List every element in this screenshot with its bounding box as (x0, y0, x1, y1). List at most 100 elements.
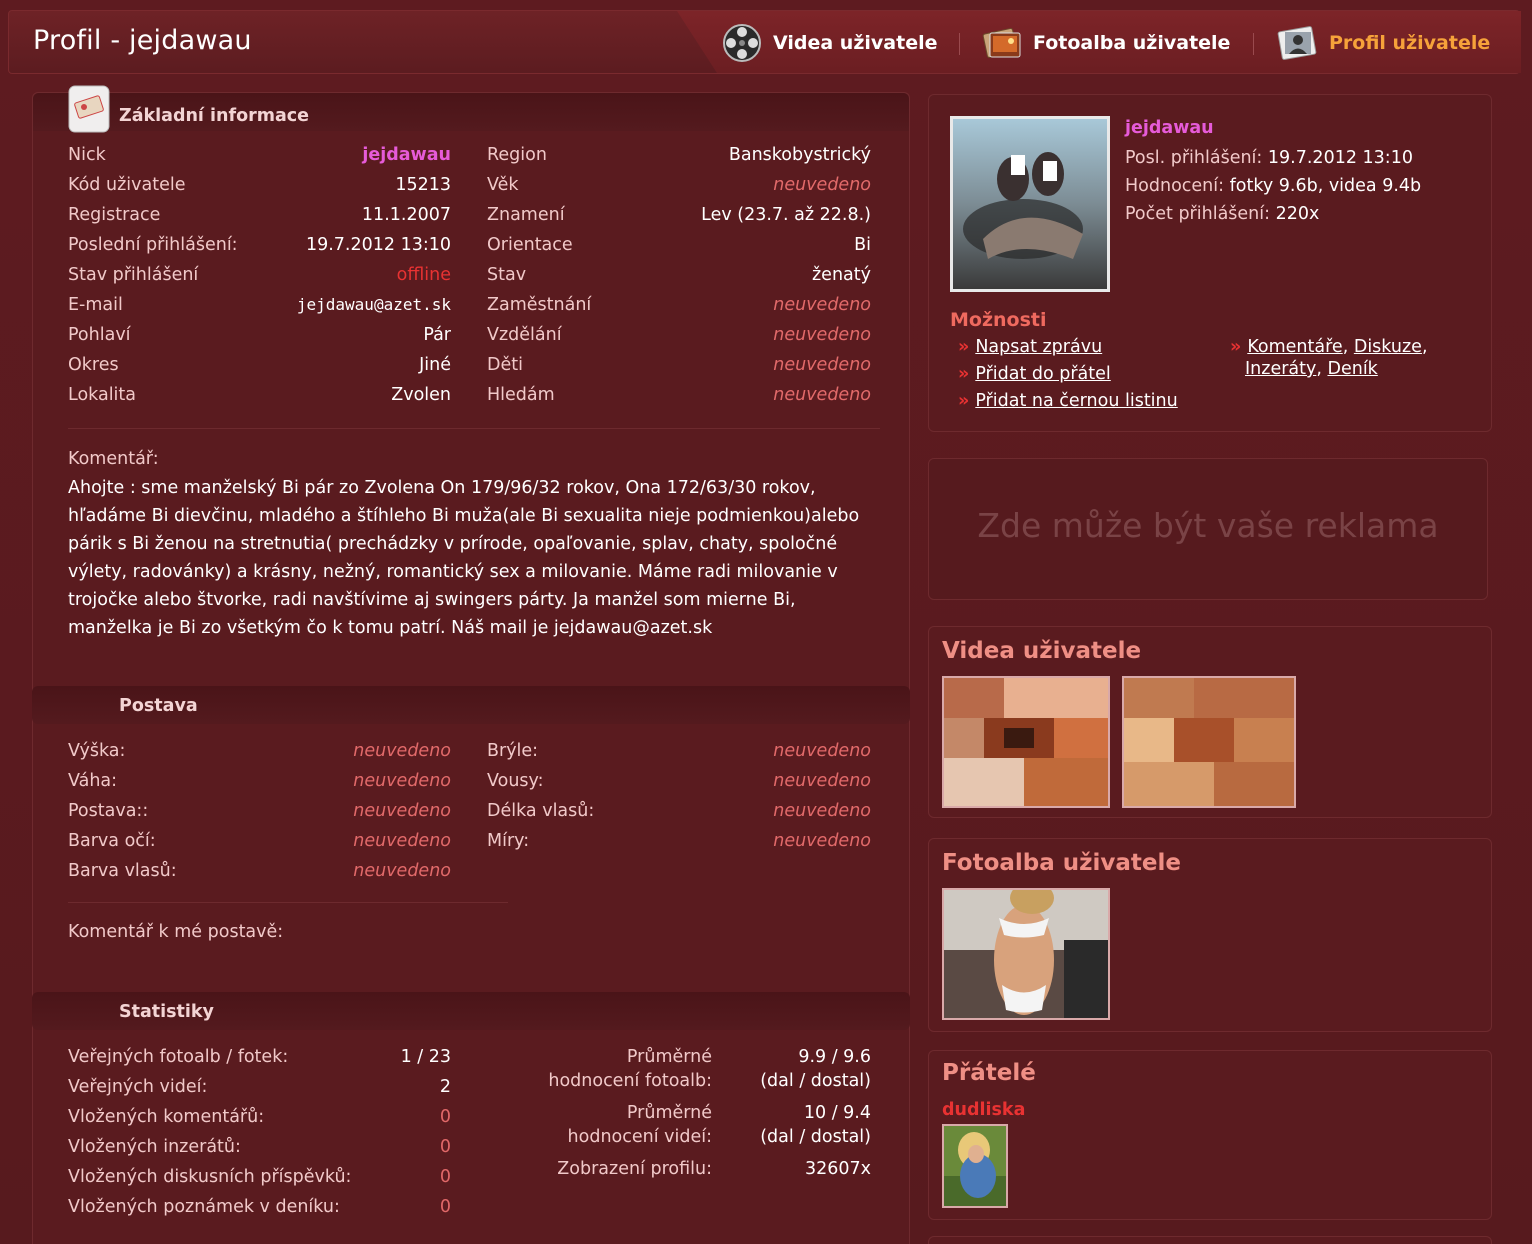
field-value: Jiné (419, 355, 451, 375)
bullet-icon: » (958, 364, 970, 384)
field-value: ženatý (812, 265, 871, 285)
option-link[interactable]: Přidat do přátel (975, 364, 1110, 384)
link-diary[interactable]: Deník (1327, 359, 1377, 379)
option-item: » Přidat do přátel (958, 363, 1111, 385)
field-value: 0 (439, 1167, 451, 1187)
field-value: 19.7.2012 13:10 (305, 235, 451, 255)
field-value: neuvedeno (773, 741, 871, 761)
field-value: neuvedeno (773, 295, 871, 315)
user-card-label: Počet přihlášení: (1125, 204, 1271, 224)
field-value: neuvedeno (773, 801, 871, 821)
field-label: Míry: (487, 831, 530, 851)
field-value: 1 / 23 (400, 1047, 451, 1067)
header-tabs: Videa uživatele Fotoalba uživatele Profi… (677, 11, 1521, 73)
comment-line: párik s Bi ženou na stretnutia( prechádz… (68, 534, 838, 554)
tab-profile[interactable]: Profil uživatele (1277, 23, 1490, 63)
field-value: 2 (439, 1077, 451, 1097)
field-value: Pár (423, 325, 451, 345)
field-value: neuvedeno (773, 355, 871, 375)
field-label: Hledám (487, 385, 555, 405)
tab-albums[interactable]: Fotoalba uživatele (981, 23, 1230, 63)
user-card-line: Počet přihlášení: 220x (1125, 202, 1319, 226)
comment-line: Ahojte : sme manželský Bi pár zo Zvolena… (68, 478, 816, 498)
link-comments[interactable]: Komentáře (1247, 337, 1342, 357)
field-label: Region (487, 145, 547, 165)
tab-albums-label: Fotoalba uživatele (1033, 32, 1231, 54)
field-label: Děti (487, 355, 523, 375)
field-label: Váha: (68, 771, 118, 791)
field-label: Postava:: (68, 801, 149, 821)
field-label: Barva očí: (68, 831, 156, 851)
field-value: 0 (439, 1107, 451, 1127)
film-reel-icon (721, 23, 763, 63)
field-value: 15213 (395, 175, 451, 195)
comment-line: manželka je Bi zo všetkým čo k tomu patr… (68, 618, 713, 638)
page-title: Profil - jejdawau (33, 25, 252, 56)
field-value: offline (396, 265, 451, 285)
stat-value: (dal / dostal) (760, 1127, 871, 1147)
tab-videos-label: Videa uživatele (773, 32, 938, 54)
option-link[interactable]: Napsat zprávu (975, 337, 1102, 357)
field-label: Výška: (68, 741, 126, 761)
field-value: neuvedeno (353, 831, 451, 851)
album-thumbnail[interactable] (942, 888, 1110, 1020)
id-card-icon (68, 85, 110, 133)
friend-avatar[interactable] (942, 1124, 1008, 1208)
field-value: neuvedeno (353, 861, 451, 881)
field-value: neuvedeno (353, 741, 451, 761)
field-label: Vousy: (487, 771, 544, 791)
bullet-icon: » (958, 391, 970, 411)
field-value: Zvolen (391, 385, 451, 405)
user-profile-icon (1277, 23, 1319, 63)
comment-line: výlety, radovánky) a krásny, nežný, roma… (68, 562, 838, 582)
user-card-line: Hodnocení: fotky 9.6b, videa 9.4b (1125, 174, 1421, 198)
link-ads[interactable]: Inzeráty (1245, 359, 1316, 379)
field-label: Nick (68, 145, 106, 165)
albums-title[interactable]: Fotoalba uživatele (942, 850, 1181, 876)
field-value: neuvedeno (353, 771, 451, 791)
page: Profil - jejdawau Videa uživatele Fotoal… (0, 0, 1532, 1244)
user-card-label: Posl. přihlášení: (1125, 148, 1263, 168)
option-item: » Napsat zprávu (958, 336, 1102, 358)
friend-name[interactable]: dudliska (942, 1100, 1025, 1120)
video-thumbnail[interactable] (942, 676, 1110, 808)
bullet-icon: » (1230, 337, 1242, 357)
field-value: neuvedeno (773, 831, 871, 851)
options-right: » Komentáře, Diskuze, Inzeráty, Deník (1230, 337, 1428, 379)
user-card-value: 19.7.2012 13:10 (1267, 148, 1413, 168)
user-card-line: Posl. přihlášení: 19.7.2012 13:10 (1125, 146, 1413, 170)
user-avatar[interactable] (950, 116, 1110, 292)
stat-value: 10 / 9.4 (803, 1103, 871, 1123)
options-title: Možnosti (950, 309, 1047, 331)
header-bar: Profil - jejdawau Videa uživatele Fotoal… (8, 10, 1521, 74)
field-value: neuvedeno (773, 385, 871, 405)
field-value: neuvedeno (773, 771, 871, 791)
field-value: neuvedeno (773, 175, 871, 195)
field-value: Lev (23.7. až 22.8.) (701, 205, 871, 225)
user-card-value: 220x (1275, 204, 1320, 224)
link-discussions[interactable]: Diskuze (1354, 337, 1422, 357)
field-value: Banskobystrický (728, 145, 871, 165)
field-label: Registrace (68, 205, 161, 225)
user-card-nick[interactable]: jejdawau (1125, 118, 1214, 138)
bullet-icon: » (958, 337, 970, 357)
field-value[interactable]: jejdawau (151, 143, 451, 167)
video-thumbnail[interactable] (1122, 676, 1296, 808)
field-label: Stav (487, 265, 527, 285)
field-label: Okres (68, 355, 119, 375)
option-link[interactable]: Přidat na černou listinu (975, 391, 1177, 411)
option-item: » Přidat na černou listinu (958, 390, 1178, 412)
field-label: Lokalita (68, 385, 137, 405)
ad-text: Zde může být vaše reklama (977, 506, 1439, 545)
section-title-stats: Statistiky (119, 1002, 214, 1022)
videos-title[interactable]: Videa uživatele (942, 638, 1141, 664)
field-label: Vzdělání (487, 325, 562, 345)
comment-label: Komentář: (68, 449, 159, 469)
field-label: Brýle: (487, 741, 539, 761)
tab-videos[interactable]: Videa uživatele (721, 23, 937, 63)
tab-profile-label: Profil uživatele (1329, 32, 1491, 54)
field-value: 0 (439, 1137, 451, 1157)
stat-value: (dal / dostal) (760, 1071, 871, 1091)
stat-value: 9.9 / 9.6 (798, 1047, 871, 1067)
user-card-label: Hodnocení: (1125, 176, 1225, 196)
